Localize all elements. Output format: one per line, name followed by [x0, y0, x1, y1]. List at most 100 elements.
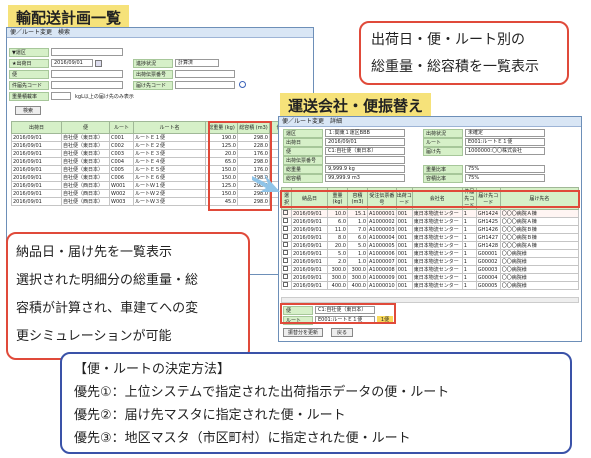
dest-input[interactable] — [175, 81, 235, 89]
table-cell: 001 — [395, 241, 413, 250]
table-cell: 自社便（西日本） — [61, 197, 110, 206]
row-checkbox[interactable] — [281, 265, 292, 274]
title-right: 運送会社・便振替え — [280, 93, 432, 118]
info-label: 出荷日 — [283, 138, 323, 147]
table-cell: 2016/09/01 — [11, 141, 62, 150]
bin-select[interactable] — [51, 70, 123, 78]
calendar-icon[interactable] — [95, 60, 102, 67]
weight-note: kgL以上の届け先のみ表示 — [75, 94, 134, 100]
table-row[interactable]: 2016/09/01 400.0 400.0 A1000010 001 東日本物流センター… — [281, 281, 580, 290]
table-cell: A1000009 — [367, 273, 397, 282]
table-cell: G00004 — [475, 273, 501, 282]
row-checkbox[interactable] — [281, 209, 292, 218]
row-checkbox[interactable] — [281, 257, 292, 266]
table-cell: GH1425 — [475, 217, 501, 226]
table-cell: 〇〇病院様 — [499, 281, 580, 290]
table-cell: 2016/09/01 — [291, 249, 328, 258]
table-row[interactable]: 2016/09/01 20.0 5.0 A1000005 001 東日本物流センター 1 GH… — [281, 241, 580, 250]
table-cell: 東日本物流センター — [411, 257, 463, 266]
row-checkbox[interactable] — [281, 249, 292, 258]
info-label: 届け先 — [423, 147, 463, 156]
callout-summary-line2: 総重量・総容積を一覧表示 — [371, 59, 539, 75]
table-cell: 6.0 — [347, 233, 368, 242]
row-checkbox[interactable] — [281, 225, 292, 234]
status-select[interactable]: 計算済 — [175, 59, 219, 67]
table-cell: 2016/09/01 — [11, 165, 62, 174]
row-checkbox[interactable] — [281, 217, 292, 226]
info-value: 75% — [465, 174, 545, 182]
table-cell: 〇〇〇病院Ｂ棟 — [499, 225, 580, 234]
info-value — [325, 156, 405, 164]
table-row[interactable]: 2016/09/01 300.0 300.0 A1000008 001 東日本物流センター… — [281, 265, 580, 274]
table-cell: A1000004 — [367, 233, 397, 242]
callout-detail-line2: 選択された明細分の総重量・総 — [16, 273, 199, 288]
table-cell: 300.0 — [347, 273, 368, 282]
table-row[interactable]: 2016/09/01 10.0 15.1 A1000001 001 東日本物流センター 1 G… — [281, 209, 580, 218]
table-row[interactable]: 2016/09/01 8.0 6.0 A1000004 001 東日本物流センター 1 GH1… — [281, 233, 580, 242]
row-checkbox[interactable] — [281, 241, 292, 250]
table-cell: 1 — [461, 265, 477, 274]
search-button[interactable]: 検索 — [15, 106, 41, 115]
table-row[interactable]: 2016/09/01 2.0 1.0 A1000007 001 東日本物流センター 1 G00… — [281, 257, 580, 266]
table-cell: 2016/09/01 — [291, 265, 328, 274]
info-label: 運区 — [283, 129, 323, 138]
table-row[interactable]: 2016/09/01 300.0 300.0 A1000009 001 東日本物流センター… — [281, 273, 580, 282]
table-cell: 1 — [461, 281, 477, 290]
row-checkbox[interactable] — [281, 233, 292, 242]
ship-date-input[interactable]: 2016/09/01 — [51, 59, 93, 67]
label-slip-no: 出荷伝票番号 — [133, 70, 173, 79]
dest-code-input[interactable] — [51, 81, 123, 89]
table-cell: 東日本物流センター — [411, 233, 463, 242]
method-priority-3: 優先③：地区マスタ（市区町村）に指定された便・ルート — [74, 431, 411, 446]
row-checkbox[interactable] — [281, 273, 292, 282]
table-row[interactable]: 2016/09/01 11.0 7.0 A1000003 001 東日本物流センター 1 GH… — [281, 225, 580, 234]
table-cell: 東日本物流センター — [411, 249, 463, 258]
col-bin: 便 — [61, 121, 110, 134]
method-title: 【便・ルートの決定方法】 — [74, 362, 231, 377]
table-cell: ルートＷ３便 — [133, 197, 206, 206]
table-cell: 〇〇〇病院Ａ棟 — [499, 241, 580, 250]
label-dest: 届け先コード — [133, 81, 173, 90]
table-row[interactable]: 2016/09/01 6.0 1.0 A1000002 001 東日本物流センター 1 GH1… — [281, 217, 580, 226]
table-cell: 東日本物流センター — [411, 209, 463, 218]
table-cell: 自社便（東日本） — [61, 133, 110, 142]
info-value: C1:自社便（東日本） — [325, 147, 405, 155]
table-cell: A1000003 — [367, 225, 397, 234]
info-value: E001:ルートＥ１便 — [465, 138, 545, 146]
info-label: 出荷状況 — [423, 129, 463, 138]
info-value: 未確定 — [465, 129, 545, 137]
table-cell: 自社便（西日本） — [61, 189, 110, 198]
label-dest-code: 件届先コード — [9, 81, 49, 90]
info-value: 75% — [465, 165, 545, 173]
unku-select[interactable] — [51, 48, 123, 56]
search-window-header: 便／ルート変更 検索 — [7, 28, 313, 38]
table-cell: 2016/09/01 — [11, 157, 62, 166]
table-cell: 2016/09/01 — [291, 209, 328, 218]
slip-no-input[interactable] — [175, 70, 235, 78]
weight-input[interactable] — [51, 92, 71, 100]
apply-button[interactable]: 振替分を更新 — [283, 328, 323, 337]
label-ship-date: ★出荷日 — [9, 59, 49, 68]
table-cell: 001 — [395, 249, 413, 258]
table-cell: C002 — [109, 141, 134, 150]
table-row[interactable]: 2016/09/01 5.0 1.0 A1000006 001 東日本物流センター 1 G00… — [281, 249, 580, 258]
search-icon[interactable] — [239, 81, 246, 88]
back-button[interactable]: 戻る — [331, 328, 353, 337]
table-cell: 300.0 — [327, 273, 348, 282]
table-cell: W002 — [109, 189, 134, 198]
detail-window-header: 便／ルート変更 詳細 — [279, 117, 581, 127]
table-cell: 001 — [395, 217, 413, 226]
table-cell: 自社便（東日本） — [61, 157, 110, 166]
table-cell: 1 — [461, 225, 477, 234]
table-cell: A1000006 — [367, 249, 397, 258]
table-cell: 〇〇病院様 — [499, 249, 580, 258]
table-cell: 2016/09/01 — [11, 197, 62, 206]
row-checkbox[interactable] — [281, 281, 292, 290]
info-value: 2016/09/01 — [325, 138, 405, 146]
table-cell: 東日本物流センター — [411, 225, 463, 234]
info-value: 9,999.9 kg — [325, 165, 405, 173]
table-cell: 6.0 — [327, 217, 348, 226]
table-cell: 2016/09/01 — [11, 181, 62, 190]
table-cell: 2016/09/01 — [291, 225, 328, 234]
table-cell: ルートＥ４便 — [133, 157, 206, 166]
